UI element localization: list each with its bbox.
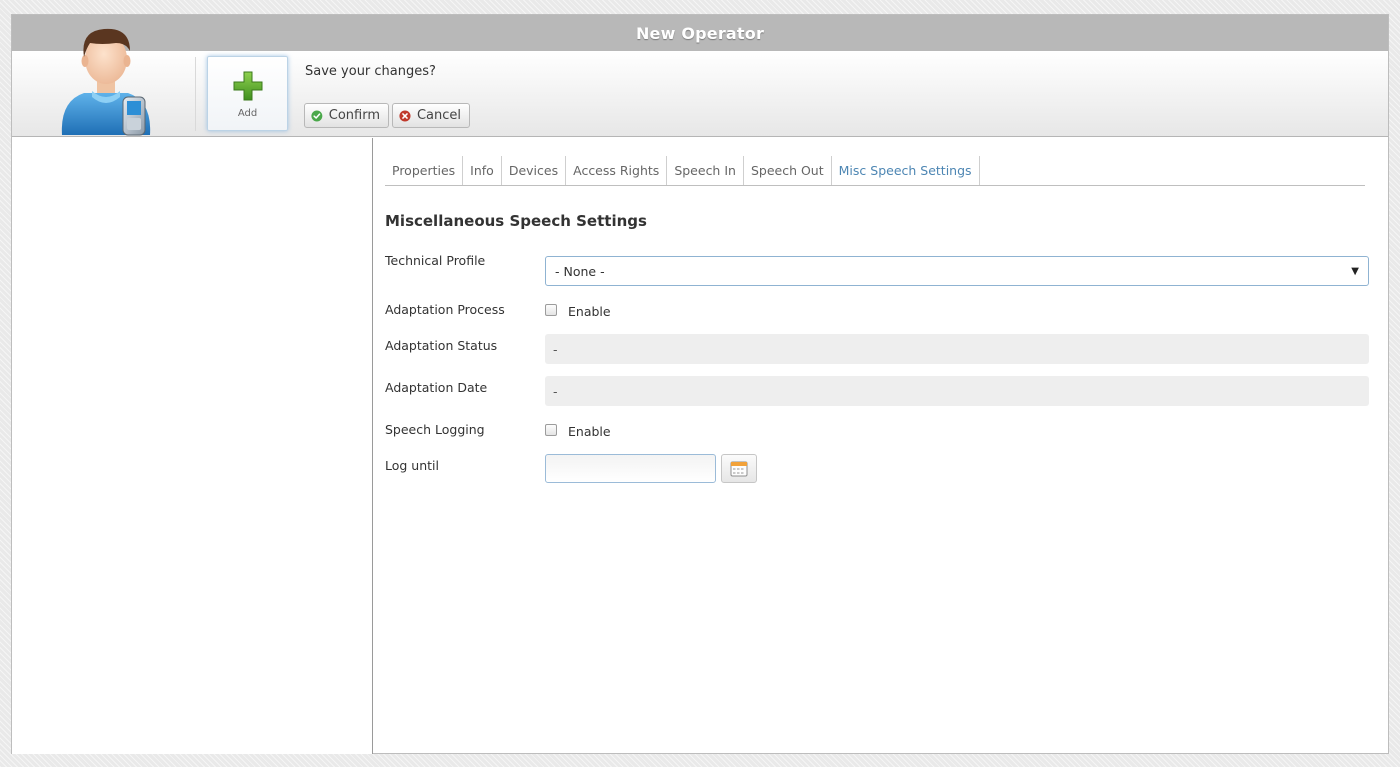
technical-profile-label: Technical Profile	[385, 253, 486, 268]
plus-icon	[233, 71, 262, 101]
tab-properties[interactable]: Properties	[385, 156, 464, 185]
cancel-button[interactable]: Cancel	[392, 103, 470, 128]
tab-devices[interactable]: Devices	[502, 156, 567, 185]
operator-window: New Operator Add Save your changes? Conf…	[11, 14, 1389, 754]
cancel-label: Cancel	[416, 108, 461, 123]
tab-info[interactable]: Info	[463, 156, 502, 185]
speech-logging-checkbox[interactable]	[545, 424, 557, 436]
calendar-icon	[730, 461, 748, 476]
adaptation-status-row: Adaptation Status -	[385, 334, 1370, 370]
confirm-button[interactable]: Confirm	[304, 103, 389, 128]
log-until-label: Log until	[385, 458, 439, 473]
tab-speech-out[interactable]: Speech Out	[744, 156, 832, 185]
calendar-button[interactable]	[721, 454, 757, 483]
left-pane	[12, 138, 373, 754]
dropdown-arrow-icon: ▼	[1351, 265, 1359, 277]
add-button[interactable]: Add	[207, 56, 288, 131]
section-title: Miscellaneous Speech Settings	[385, 212, 647, 230]
adaptation-process-label: Adaptation Process	[385, 302, 505, 317]
technical-profile-value: - None -	[555, 263, 605, 279]
tab-access-rights[interactable]: Access Rights	[566, 156, 668, 185]
speech-logging-row: Speech Logging Enable	[385, 422, 1370, 442]
adaptation-process-enable-label: Enable	[568, 304, 611, 319]
adaptation-process-checkbox[interactable]	[545, 304, 557, 316]
adaptation-date-label: Adaptation Date	[385, 380, 488, 395]
check-circle-icon	[311, 110, 323, 121]
settings-panel: Properties Info Devices Access Rights Sp…	[385, 138, 1389, 754]
toolbar: Add Save your changes? Confirm Cancel	[12, 28, 1388, 137]
adaptation-date-value: -	[545, 376, 1369, 406]
tab-misc-speech-settings[interactable]: Misc Speech Settings	[832, 156, 980, 185]
cancel-circle-icon	[399, 109, 411, 122]
adaptation-status-label: Adaptation Status	[385, 338, 498, 353]
window-title: New Operator	[12, 15, 1388, 51]
adaptation-status-value: -	[545, 334, 1369, 364]
adaptation-process-row: Adaptation Process Enable	[385, 302, 1370, 322]
technical-profile-select[interactable]: - None - ▼	[545, 256, 1369, 286]
speech-logging-label: Speech Logging	[385, 422, 485, 437]
log-until-date-input[interactable]	[545, 454, 716, 483]
technical-profile-row: Technical Profile - None - ▼	[385, 253, 1370, 286]
log-until-row: Log until	[385, 454, 1370, 490]
toolbar-divider	[195, 57, 196, 131]
tab-bar: Properties Info Devices Access Rights Sp…	[385, 156, 1365, 186]
tab-speech-in[interactable]: Speech In	[667, 156, 744, 185]
speech-logging-enable-label: Enable	[568, 424, 611, 439]
confirm-label: Confirm	[328, 108, 380, 123]
operator-with-phone-icon	[61, 28, 151, 136]
save-prompt: Save your changes?	[305, 64, 436, 79]
add-button-label: Add	[237, 108, 258, 119]
adaptation-date-row: Adaptation Date -	[385, 376, 1370, 412]
